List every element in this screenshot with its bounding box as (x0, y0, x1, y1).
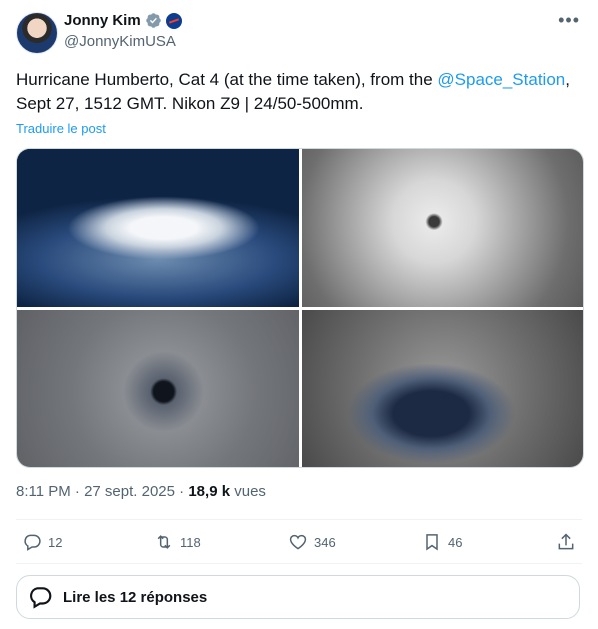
reply-bubble-icon (30, 587, 52, 609)
media-grid (16, 148, 584, 468)
avatar[interactable] (16, 12, 58, 54)
timestamp[interactable]: 8:11 PM · 27 sept. 2025 (16, 483, 175, 500)
bookmark-button[interactable]: 46 (422, 532, 462, 552)
reply-icon (24, 534, 41, 551)
views-label: vues (230, 483, 266, 500)
author-name[interactable]: Jonny Kim (64, 12, 141, 29)
repost-button[interactable]: 118 (154, 532, 201, 552)
reply-count: 12 (48, 534, 63, 550)
nasa-affiliation-icon (165, 12, 182, 29)
meta-separator: · (175, 483, 189, 500)
author-name-row: Jonny Kim (64, 12, 182, 29)
tweet-text: Hurricane Humberto, Cat 4 (at the time t… (16, 68, 586, 116)
translate-post-link[interactable]: Traduire le post (16, 121, 106, 136)
tweet-meta: 8:11 PM · 27 sept. 2025 · 18,9 k vues (16, 483, 266, 500)
reply-button[interactable]: 12 (22, 532, 62, 552)
author-handle[interactable]: @JonnyKimUSA (64, 33, 176, 50)
mention-link[interactable]: @Space_Station (437, 70, 565, 89)
bookmark-count: 46 (448, 534, 463, 550)
share-icon (558, 533, 574, 550)
read-replies-label: Lire les 12 réponses (63, 588, 208, 606)
photo-1[interactable] (17, 149, 299, 307)
views-count: 18,9 k (188, 483, 231, 500)
divider-bottom (16, 563, 582, 564)
action-bar: 12 118 346 46 (16, 532, 582, 556)
share-button[interactable] (556, 532, 576, 552)
heart-icon (289, 534, 307, 550)
like-count: 346 (314, 534, 336, 550)
bookmark-icon (426, 534, 438, 551)
photo-4[interactable] (301, 309, 583, 467)
verified-badge-icon (145, 13, 161, 28)
like-button[interactable]: 346 (288, 532, 336, 552)
photo-2[interactable] (301, 149, 583, 307)
more-options-icon[interactable]: ••• (558, 10, 580, 31)
divider-top (16, 519, 582, 520)
repost-icon (157, 535, 171, 549)
repost-count: 118 (180, 534, 201, 550)
read-replies-button[interactable]: Lire les 12 réponses (16, 575, 580, 619)
tweet-text-part1: Hurricane Humberto, Cat 4 (at the time t… (16, 70, 438, 89)
photo-3[interactable] (17, 309, 299, 467)
